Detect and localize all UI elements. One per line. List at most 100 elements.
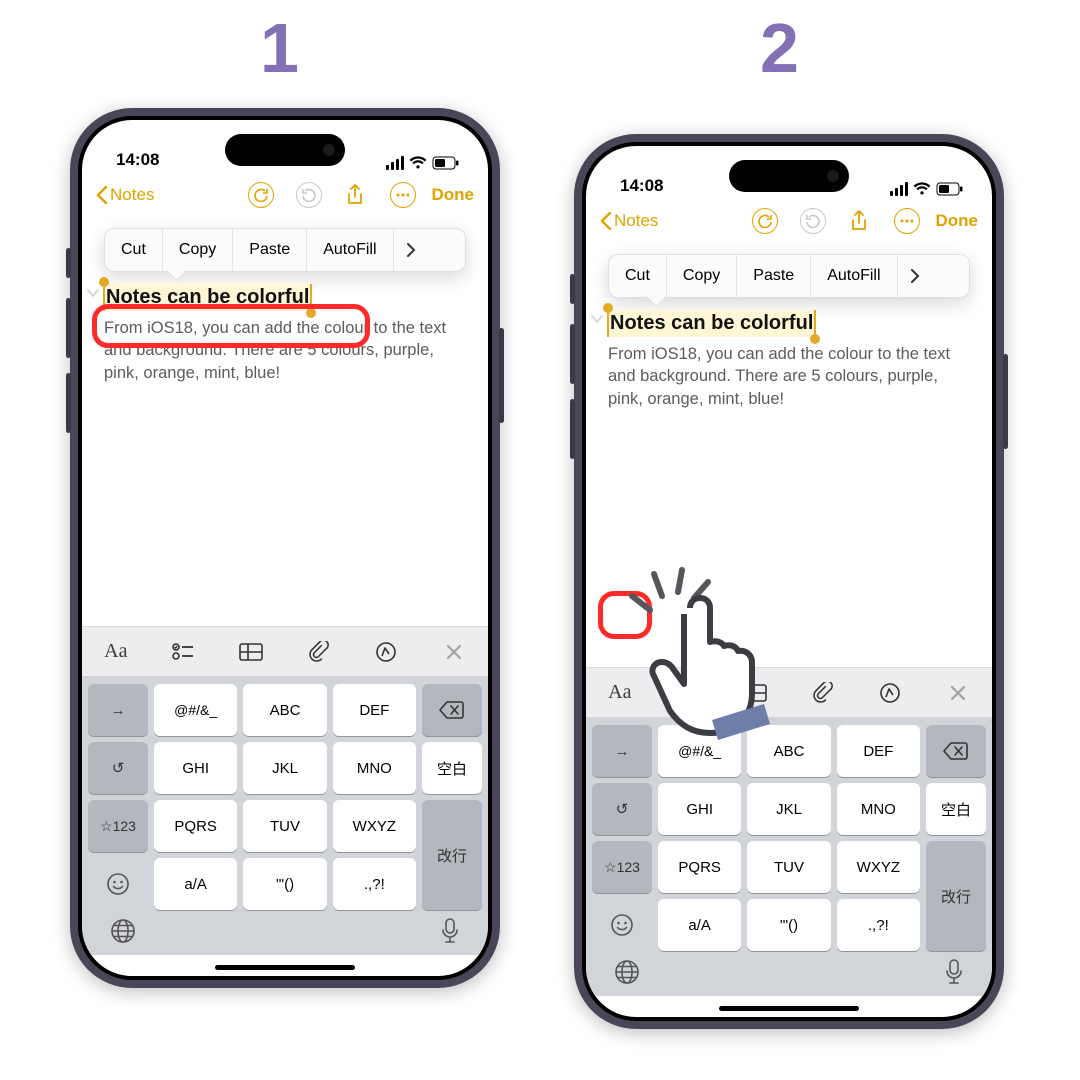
ctx-autofill[interactable]: AutoFill [811,255,897,297]
mic-button[interactable] [944,959,964,990]
context-menu: Cut Copy Paste AutoFill [104,228,466,272]
keyboard: → ↺ ☆123 @#/&_ ABC DEF GHI JKL MNO PQRS … [586,717,992,996]
format-markup-button[interactable] [868,675,912,711]
format-attach-button[interactable] [801,675,845,711]
redo-button[interactable] [296,182,322,208]
selection-handle-start[interactable] [99,277,109,287]
ctx-paste[interactable]: Paste [233,229,307,271]
key-delete[interactable] [926,725,986,777]
key-enter[interactable]: 改行 [422,800,482,910]
more-button[interactable] [894,208,920,234]
ctx-cut[interactable]: Cut [105,229,163,271]
redo-button[interactable] [800,208,826,234]
globe-button[interactable] [614,959,640,990]
share-button[interactable] [846,208,872,234]
key-case[interactable]: a/A [658,899,741,951]
ctx-more-icon[interactable] [394,229,428,271]
back-button[interactable]: Notes [96,185,154,205]
key-undo[interactable]: ↺ [88,742,148,794]
back-label: Notes [110,185,154,205]
format-table-button[interactable] [229,634,273,670]
status-time: 14:08 [620,176,663,196]
format-attach-button[interactable] [297,634,341,670]
back-label: Notes [614,211,658,231]
undo-button[interactable] [248,182,274,208]
more-button[interactable] [390,182,416,208]
dynamic-island [225,134,345,166]
ctx-paste[interactable]: Paste [737,255,811,297]
format-toolbar: Aa [82,626,488,676]
phone-mockup-2: 14:08 Notes [574,134,1004,1029]
key-jkl[interactable]: JKL [243,742,326,794]
key-case[interactable]: a/A [154,858,237,910]
key-jkl[interactable]: JKL [747,783,830,835]
status-time: 14:08 [116,150,159,170]
done-button[interactable]: Done [936,211,979,231]
ctx-more-icon[interactable] [898,255,932,297]
key-next[interactable]: → [88,684,148,736]
note-content[interactable]: Notes can be colorful From iOS18, you ca… [82,276,488,384]
key-abc[interactable]: ABC [243,684,326,736]
note-title-text: Notes can be colorful [610,312,813,334]
key-quote[interactable]: '"() [243,858,326,910]
battery-icon [432,156,460,170]
format-text-button[interactable]: Aa [94,634,138,670]
key-ghi[interactable]: GHI [658,783,741,835]
key-mode[interactable]: ☆123 [592,841,652,893]
key-pqrs[interactable]: PQRS [154,800,237,852]
note-title-text: Notes can be colorful [106,286,309,308]
globe-button[interactable] [110,918,136,949]
key-punct[interactable]: .,?! [837,899,920,951]
key-space[interactable]: 空白 [422,742,482,794]
ctx-autofill[interactable]: AutoFill [307,229,393,271]
format-close-button[interactable] [432,634,476,670]
wifi-icon [409,156,427,170]
key-tuv[interactable]: TUV [243,800,326,852]
key-mode[interactable]: ☆123 [88,800,148,852]
key-tuv[interactable]: TUV [747,841,830,893]
note-content[interactable]: Notes can be colorful From iOS18, you ca… [586,302,992,410]
back-button[interactable]: Notes [600,211,658,231]
selected-title[interactable]: Notes can be colorful [104,284,311,311]
key-undo[interactable]: ↺ [592,783,652,835]
tap-hand-icon [622,562,802,757]
key-wxyz[interactable]: WXYZ [837,841,920,893]
fold-chevron-icon[interactable] [86,286,100,305]
key-space[interactable]: 空白 [926,783,986,835]
signal-icon [890,182,908,196]
key-def[interactable]: DEF [333,684,416,736]
ctx-cut[interactable]: Cut [609,255,667,297]
key-punct[interactable]: .,?! [333,858,416,910]
key-emoji[interactable] [88,858,148,910]
key-pqrs[interactable]: PQRS [658,841,741,893]
note-body-text: From iOS18, you can add the colour to th… [608,343,974,410]
format-close-button[interactable] [936,675,980,711]
nav-toolbar: Notes Done [586,200,992,242]
key-enter[interactable]: 改行 [926,841,986,951]
undo-button[interactable] [752,208,778,234]
share-button[interactable] [342,182,368,208]
key-delete[interactable] [422,684,482,736]
step-number-2: 2 [760,8,799,88]
done-button[interactable]: Done [432,185,475,205]
home-indicator[interactable] [719,1006,859,1011]
key-quote[interactable]: '"() [747,899,830,951]
key-emoji[interactable] [592,899,652,951]
selected-title[interactable]: Notes can be colorful [608,310,815,337]
format-checklist-button[interactable] [161,634,205,670]
key-ghi[interactable]: GHI [154,742,237,794]
key-wxyz[interactable]: WXYZ [333,800,416,852]
key-def[interactable]: DEF [837,725,920,777]
format-markup-button[interactable] [364,634,408,670]
key-mno[interactable]: MNO [333,742,416,794]
mic-button[interactable] [440,918,460,949]
dynamic-island [729,160,849,192]
selection-handle-start[interactable] [603,303,613,313]
fold-chevron-icon[interactable] [590,312,604,331]
ctx-copy[interactable]: Copy [667,255,737,297]
ctx-copy[interactable]: Copy [163,229,233,271]
signal-icon [386,156,404,170]
home-indicator[interactable] [215,965,355,970]
key-sym[interactable]: @#/&_ [154,684,237,736]
key-mno[interactable]: MNO [837,783,920,835]
